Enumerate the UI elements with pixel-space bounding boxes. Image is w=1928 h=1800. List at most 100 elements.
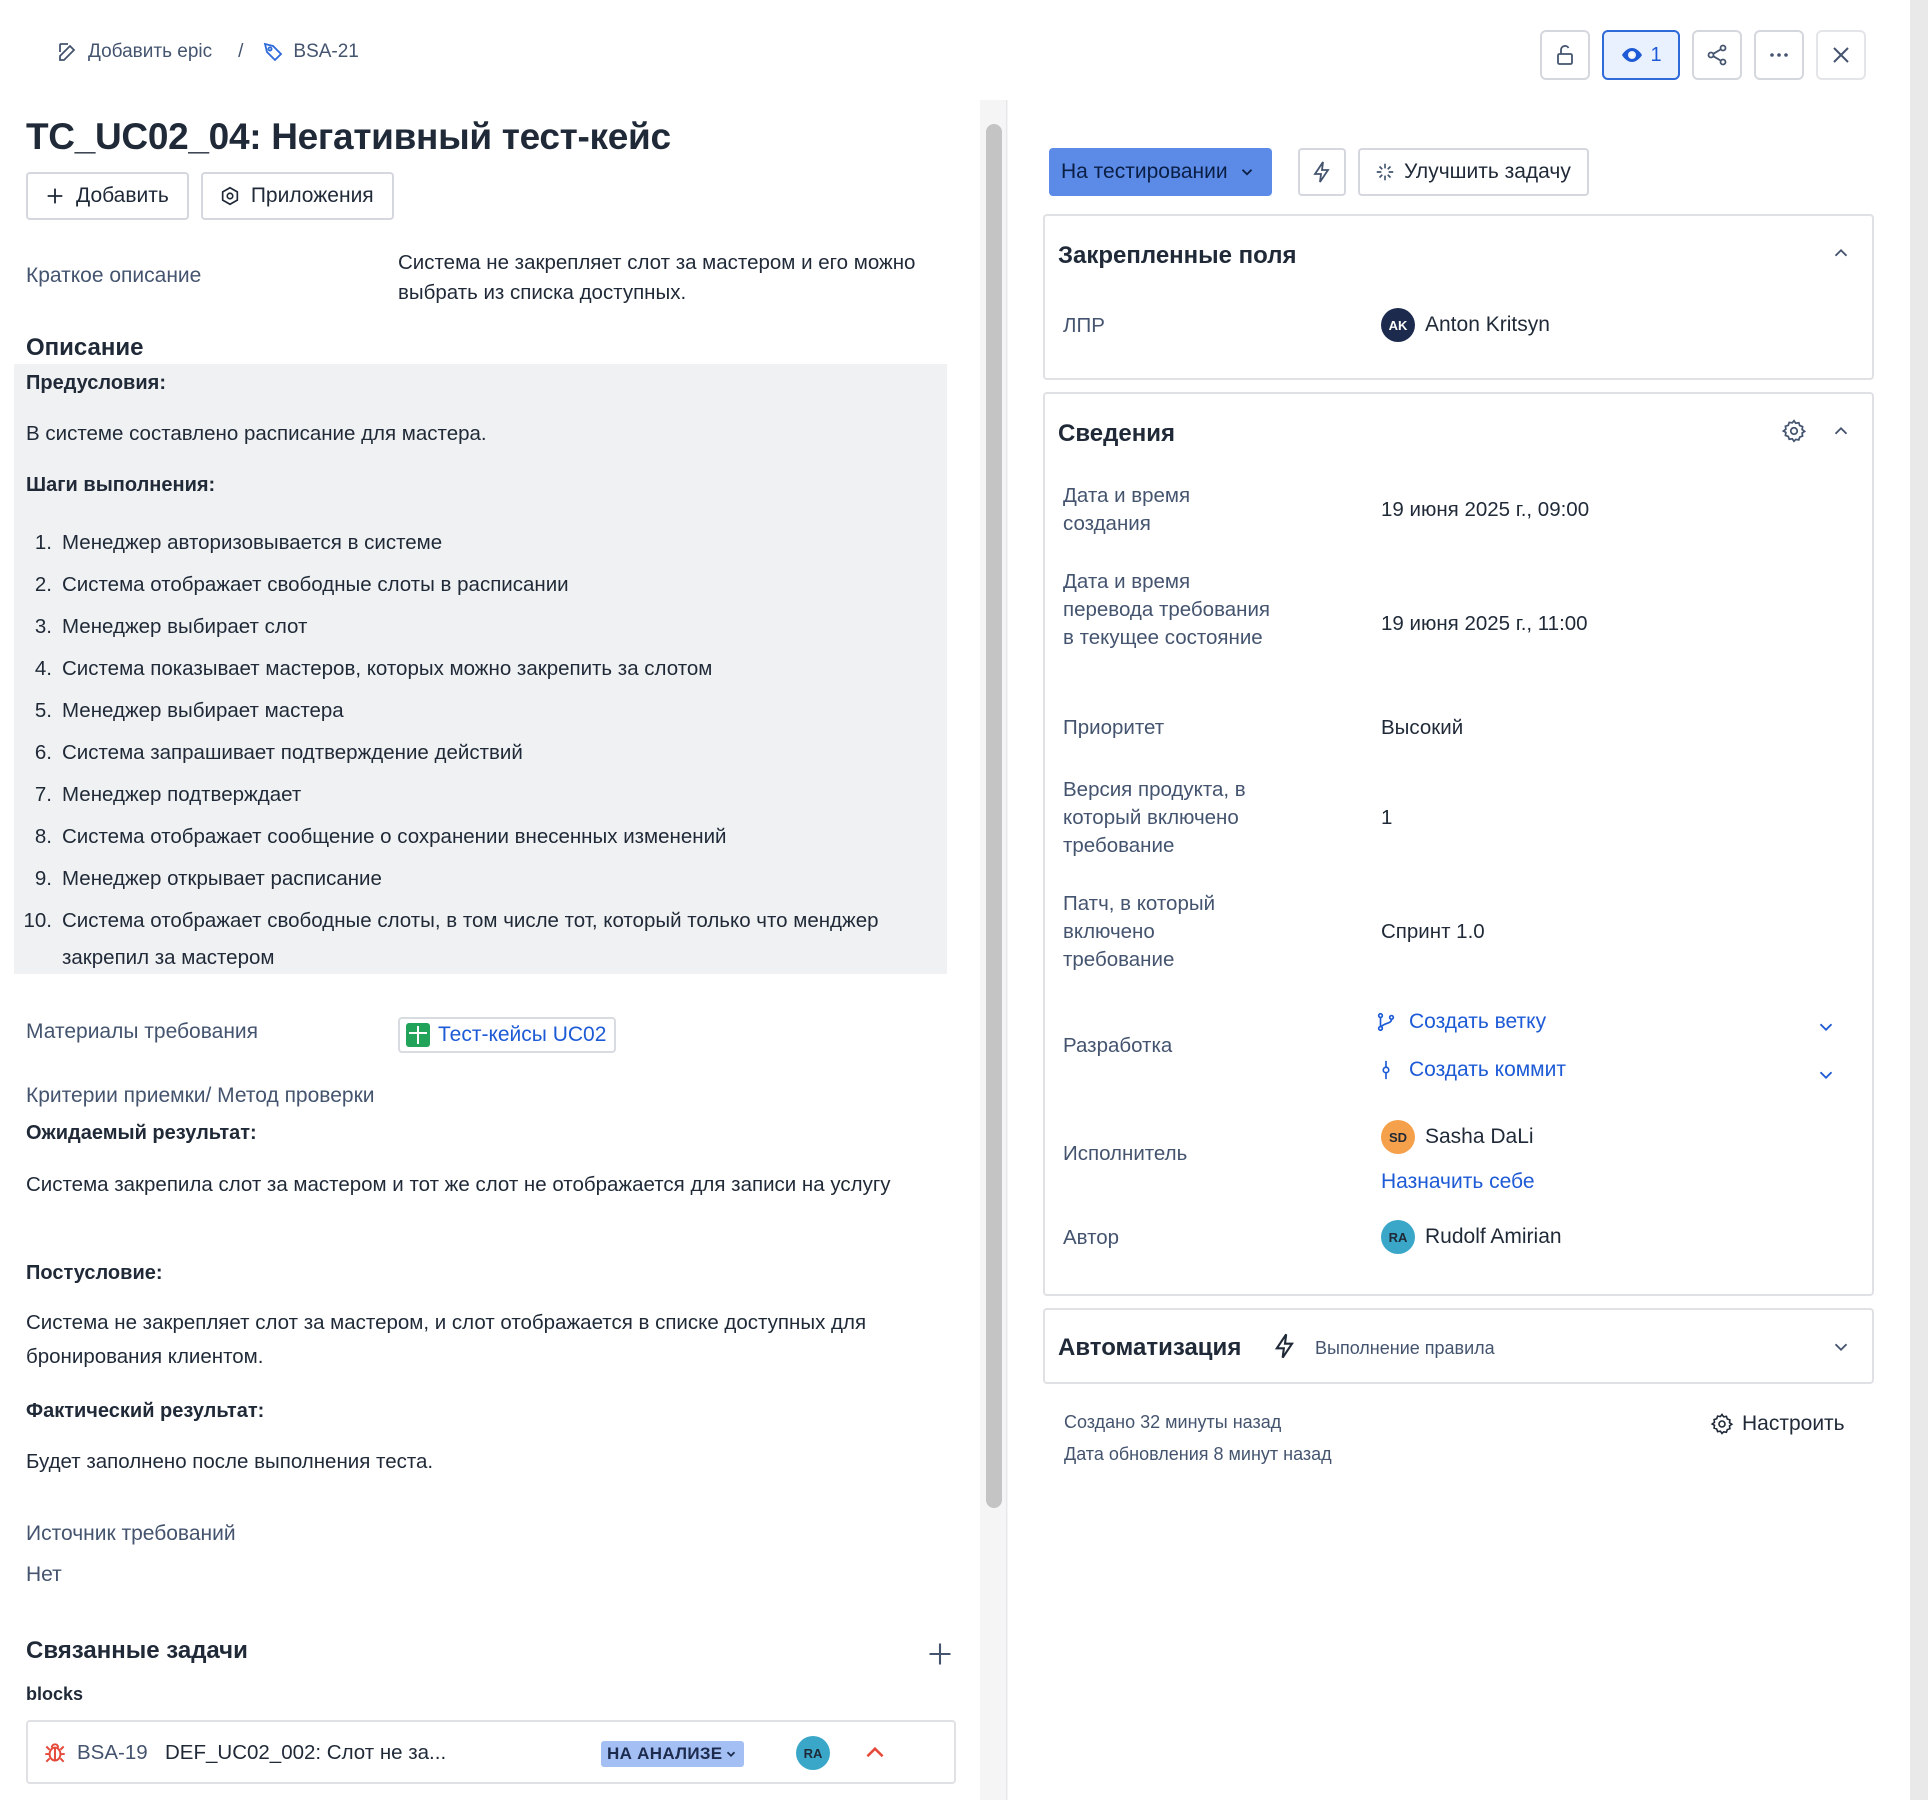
step-number: 6. — [34, 741, 52, 764]
lock-button[interactable] — [1540, 30, 1590, 80]
chevron-down-icon[interactable] — [1815, 1064, 1837, 1086]
pinned-heading[interactable]: Закрепленные поля — [1058, 242, 1297, 270]
chevron-up-icon[interactable] — [1830, 420, 1852, 442]
preconditions-text: В системе составлено расписание для маст… — [26, 422, 487, 445]
spreadsheet-icon — [406, 1023, 430, 1047]
apps-button[interactable]: Приложения — [200, 172, 394, 220]
create-branch-link[interactable]: Создать ветку — [1375, 1010, 1546, 1034]
scrollbar-thumb[interactable] — [986, 124, 1002, 1508]
gear-icon[interactable] — [1781, 418, 1807, 444]
lpr-user[interactable]: AK Anton Kritsyn — [1381, 308, 1550, 342]
commit-icon — [1382, 1060, 1390, 1080]
chevron-down-icon — [727, 1751, 736, 1757]
watch-button[interactable]: 1 — [1602, 30, 1680, 80]
improve-task-label: Улучшить задачу — [1404, 160, 1571, 183]
step-item: 5. Менеджер выбирает мастера — [14, 692, 947, 729]
watch-count: 1 — [1650, 43, 1662, 66]
avatar[interactable]: RA — [796, 1736, 830, 1770]
step-number: 5. — [34, 699, 52, 722]
issue-key-link[interactable]: BSA-21 — [261, 40, 359, 64]
description-editor[interactable]: Предусловия: В системе составлено распис… — [14, 364, 947, 974]
status-dropdown[interactable]: На тестировании — [1049, 148, 1272, 196]
create-commit-label: Создать коммит — [1409, 1058, 1566, 1081]
plus-icon — [47, 188, 63, 204]
linked-issue-status-label: НА АНАЛИЗЕ — [607, 1744, 723, 1763]
step-text: Менеджер авторизовывается в системе — [62, 531, 443, 554]
chevron-up-icon[interactable] — [1830, 242, 1852, 264]
chevron-down-icon[interactable] — [1830, 1336, 1852, 1358]
step-text: Система отображает свободные слоты, в то… — [62, 909, 879, 969]
breadcrumb: Добавить epic / BSA-21 — [56, 40, 359, 64]
add-link-icon[interactable] — [926, 1640, 954, 1668]
add-button-label: Добавить — [76, 184, 169, 207]
step-text: Менеджер выбирает мастера — [62, 699, 344, 722]
linked-issue-summary[interactable]: DEF_UC02_002: Слот не за... — [165, 1741, 446, 1765]
assignee-label: Исполнитель — [1063, 1142, 1188, 1165]
share-button[interactable] — [1692, 30, 1742, 80]
step-item: 2. Система отображает свободные слоты в р… — [14, 566, 947, 603]
actions-button[interactable] — [1298, 148, 1346, 196]
chevron-down-icon — [1241, 169, 1252, 176]
more-icon — [1770, 53, 1788, 57]
avatar: AK — [1381, 308, 1415, 342]
version-label: Версия продукта, в который включено треб… — [1063, 778, 1246, 857]
step-number: 3. — [34, 615, 52, 638]
step-number: 10. — [23, 909, 53, 932]
bug-icon — [45, 1743, 65, 1763]
linked-issue-status[interactable]: НА АНАЛИЗЕ — [601, 1741, 745, 1767]
add-epic-link[interactable]: Добавить epic — [56, 40, 212, 64]
assignee-user[interactable]: SD Sasha DaLi — [1381, 1120, 1534, 1154]
source-value[interactable]: Нет — [26, 1563, 62, 1587]
patch-value[interactable]: Спринт 1.0 — [1381, 920, 1485, 944]
assign-to-me-label: Назначить себе — [1381, 1170, 1535, 1193]
close-button[interactable] — [1816, 30, 1866, 80]
lpr-name: Anton Kritsyn — [1425, 313, 1550, 336]
step-text: Система отображает сообщение о сохранени… — [62, 825, 727, 848]
configure-button[interactable]: Настроить — [1710, 1412, 1845, 1436]
actual-label: Фактический результат: — [26, 1400, 265, 1422]
avatar: SD — [1381, 1120, 1415, 1154]
priority-value[interactable]: Высокий — [1381, 716, 1463, 740]
preconditions-label: Предусловия: — [26, 372, 166, 394]
linked-issue-row[interactable]: BSA-19 DEF_UC02_002: Слот не за... НА АН… — [26, 1720, 956, 1784]
automation-heading: Автоматизация — [1058, 1334, 1242, 1361]
details-panel: Сведения Дата и время создания 19 июня 2… — [1043, 392, 1874, 1296]
apps-icon — [221, 186, 238, 206]
assign-to-me-link[interactable]: Назначить себе — [1381, 1170, 1535, 1194]
version-value[interactable]: 1 — [1381, 806, 1392, 830]
issue-title[interactable]: TC_UC02_04: Негативный тест-кейс — [26, 116, 671, 158]
actual-text[interactable]: Будет заполнено после выполнения теста. — [26, 1450, 433, 1474]
chevron-down-icon[interactable] — [1815, 1016, 1837, 1038]
step-item: 1. Менеджер авторизовывается в системе — [14, 524, 947, 561]
steps-list: 1. Менеджер авторизовывается в системе 2.… — [14, 524, 947, 981]
transition-label: Дата и время перевода требования в текущ… — [1063, 570, 1271, 649]
improve-task-button[interactable]: Улучшить задачу — [1358, 148, 1589, 196]
add-button[interactable]: Добавить — [26, 172, 189, 220]
sparkle-icon — [1376, 163, 1394, 181]
created-label: Дата и время создания — [1063, 484, 1191, 535]
patch-label: Патч, в который включено требование — [1063, 892, 1216, 971]
expected-text[interactable]: Система закрепила слот за мастером и тот… — [26, 1168, 926, 1202]
create-commit-link[interactable]: Создать коммит — [1375, 1058, 1566, 1082]
summary-value[interactable]: Система не закрепляет слот за мастером и… — [398, 248, 938, 308]
author-user[interactable]: RA Rudolf Amirian — [1381, 1220, 1562, 1254]
breadcrumb-separator: / — [238, 41, 244, 62]
description-heading: Описание — [26, 334, 144, 361]
source-label: Источник требований — [26, 1522, 236, 1545]
expected-label: Ожидаемый результат: — [26, 1122, 257, 1144]
automation-panel[interactable]: Автоматизация Выполнение правила — [1043, 1308, 1874, 1384]
pinned-fields-panel: Закрепленные поля ЛПР AK Anton Kritsyn — [1043, 214, 1874, 380]
automation-subtitle: Выполнение правила — [1315, 1338, 1495, 1358]
apps-button-label: Приложения — [250, 184, 374, 207]
post-text[interactable]: Система не закрепляет слот за мастером, … — [26, 1306, 926, 1374]
materials-link[interactable]: Тест-кейсы UC02 — [398, 1017, 617, 1053]
created-ago: Создано 32 минуты назад — [1064, 1412, 1282, 1432]
details-heading[interactable]: Сведения — [1058, 420, 1175, 448]
more-button[interactable] — [1754, 30, 1804, 80]
top-actions: 1 — [1540, 30, 1866, 80]
step-text: Менеджер открывает расписание — [62, 867, 382, 890]
step-text: Система показывает мастеров, которых мож… — [62, 657, 713, 680]
linked-issue-key[interactable]: BSA-19 — [77, 1741, 148, 1765]
step-number: 4. — [34, 657, 52, 680]
summary-label: Краткое описание — [26, 264, 202, 287]
